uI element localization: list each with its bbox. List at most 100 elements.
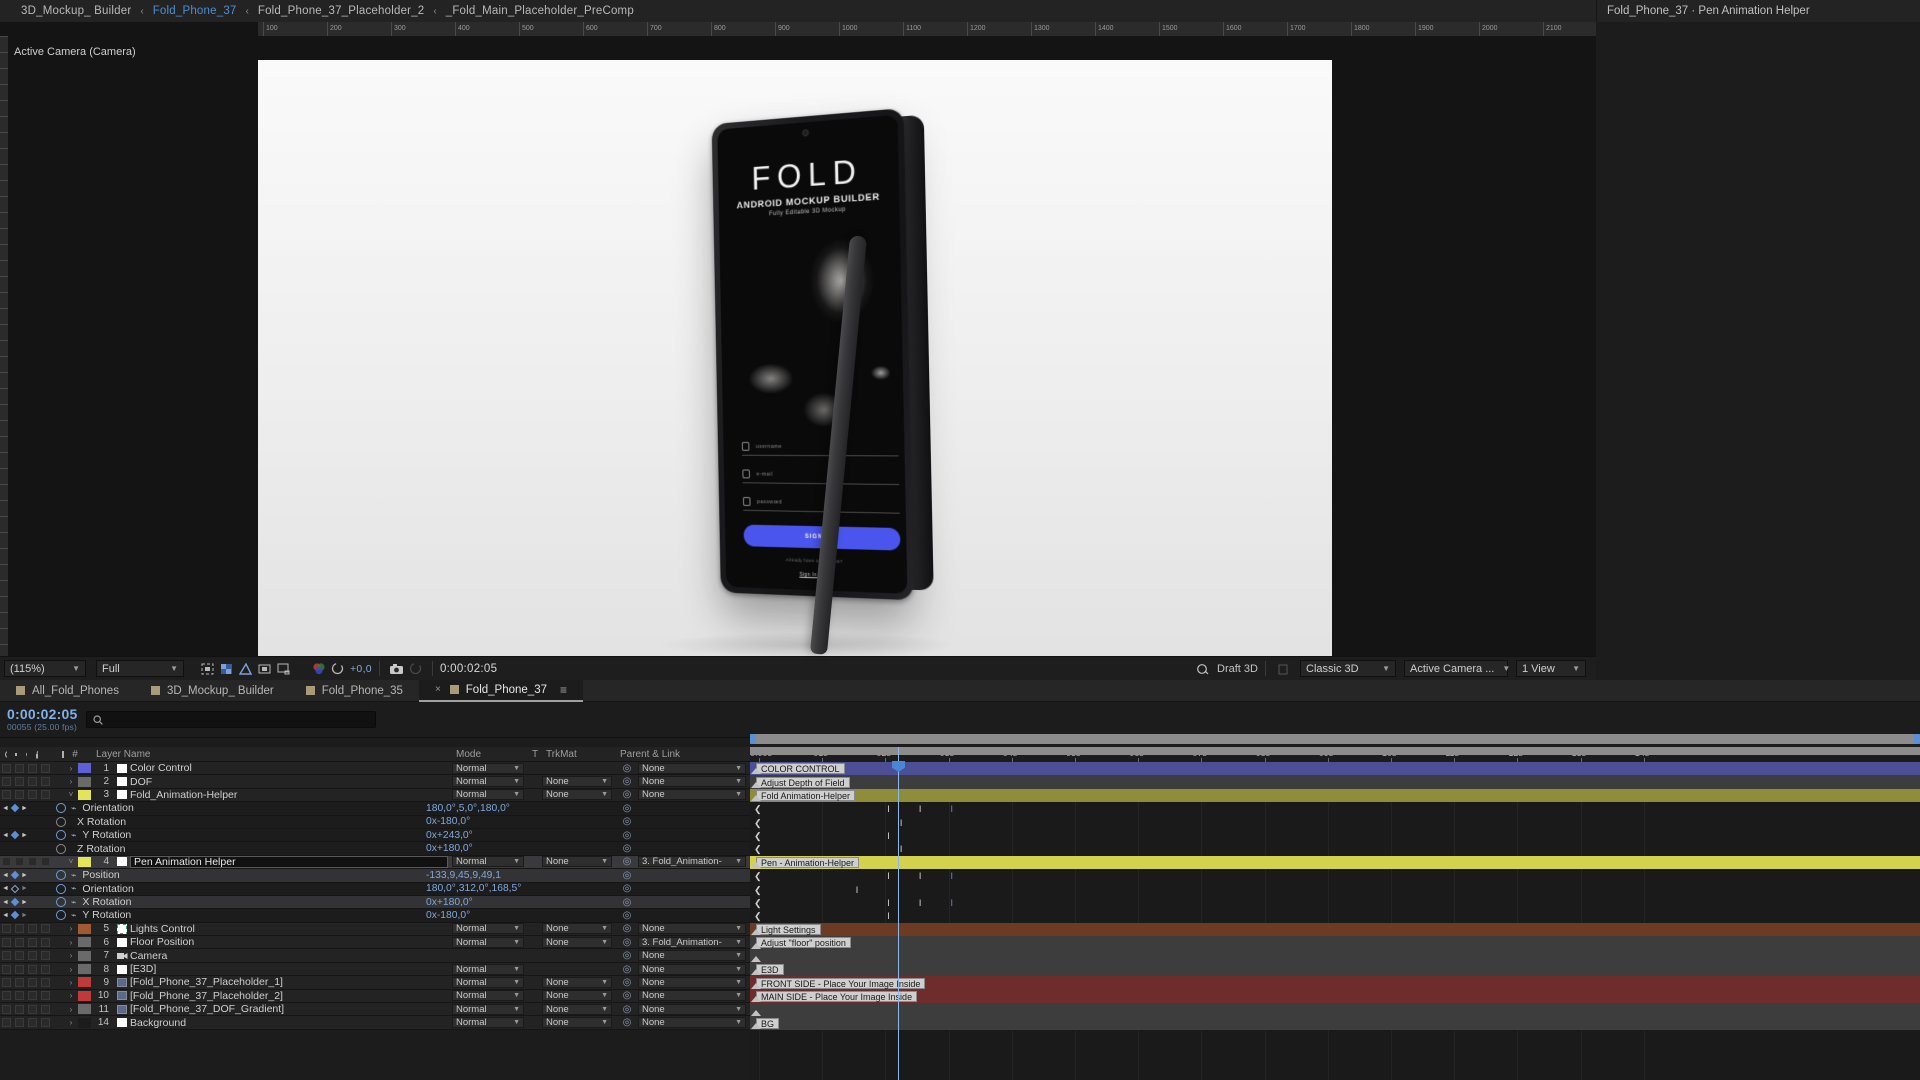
keyframe-track[interactable]: I ❮: [750, 909, 1920, 922]
breadcrumb-item[interactable]: _Fold_Main_Placeholder_PreComp: [439, 5, 641, 17]
video-toggle[interactable]: [2, 777, 11, 787]
parent-select[interactable]: None ▼: [638, 789, 750, 801]
view-layout-select[interactable]: 1 View ▼: [1516, 660, 1586, 677]
keyframe-indicator[interactable]: [10, 897, 20, 907]
property-row[interactable]: X Rotation 0x-180,0° ◎: [0, 815, 750, 829]
property-value[interactable]: 180,0°,312,0°,168,5°: [426, 883, 616, 894]
video-toggle[interactable]: [2, 763, 11, 773]
title-action-safe-icon[interactable]: [255, 660, 274, 677]
audio-toggle[interactable]: [15, 1004, 24, 1014]
solo-toggle[interactable]: [28, 991, 37, 1001]
trkmat-select[interactable]: None ▼: [542, 776, 616, 788]
exposure-reset-icon[interactable]: [328, 660, 347, 677]
layer-switches[interactable]: [0, 951, 64, 961]
solo-toggle[interactable]: [28, 937, 37, 947]
keyframe-marker[interactable]: I: [885, 832, 893, 841]
keyframe-navigator[interactable]: ◄ ►: [0, 804, 34, 813]
layer-name[interactable]: [Fold_Phone_37_Placeholder_1]: [130, 976, 452, 988]
layer-duration-bar[interactable]: [750, 1003, 1920, 1017]
layer-row[interactable]: › 8 [E3D] Normal ▼ ◎ None ▼: [0, 962, 750, 977]
property-pickwhip-icon[interactable]: ◎: [616, 883, 638, 894]
draft-3d-label[interactable]: Draft 3D: [1217, 663, 1258, 675]
layer-name[interactable]: Background: [130, 1017, 452, 1029]
resolution-select[interactable]: Full ▼: [96, 660, 184, 677]
stopwatch-icon[interactable]: [56, 870, 66, 881]
label-color-swatch[interactable]: [78, 789, 91, 800]
timeline-tab[interactable]: All_Fold_Phones: [0, 680, 135, 702]
viewer-canvas[interactable]: FOLD ANDROID MOCKUP BUILDER Fully Editab…: [258, 60, 1332, 668]
keyframe-marker[interactable]: I: [885, 899, 893, 908]
property-name[interactable]: Orientation: [76, 883, 426, 895]
layer-switches[interactable]: [0, 937, 64, 947]
keyframe-marker[interactable]: I: [885, 912, 893, 921]
solo-toggle[interactable]: [28, 857, 37, 867]
solo-toggle[interactable]: [28, 977, 37, 987]
audio-toggle[interactable]: [15, 763, 24, 773]
video-toggle[interactable]: [2, 964, 11, 974]
trkmat-select[interactable]: None ▼: [542, 990, 616, 1002]
blend-mode-select[interactable]: Normal ▼: [452, 1003, 528, 1015]
parent-pickwhip-icon[interactable]: ◎: [616, 856, 638, 867]
audio-toggle[interactable]: [15, 991, 24, 1001]
region-of-interest-icon[interactable]: [198, 660, 217, 677]
layer-duration-bar[interactable]: Adjust "floor" position: [750, 936, 1920, 950]
keyframe-nav-left-icon[interactable]: ❮: [754, 818, 762, 829]
keyframe-indicator[interactable]: [10, 804, 20, 813]
solo-toggle[interactable]: [28, 964, 37, 974]
keyframe-navigator[interactable]: ◄ ►: [0, 884, 34, 893]
extended-viewer-icon[interactable]: [1273, 660, 1292, 677]
blend-mode-select[interactable]: Normal ▼: [452, 776, 528, 788]
keyframe-indicator[interactable]: [10, 884, 20, 893]
parent-select[interactable]: None ▼: [638, 762, 750, 774]
breadcrumb-item[interactable]: Fold_Phone_37_Placeholder_2: [251, 5, 432, 17]
mask-visibility-icon[interactable]: [236, 660, 255, 677]
property-name[interactable]: Y Rotation: [76, 829, 426, 841]
work-area-end-handle[interactable]: [1914, 734, 1920, 744]
label-color-swatch[interactable]: [78, 990, 91, 1001]
viewer-current-time[interactable]: 0:00:02:05: [440, 663, 497, 675]
audio-toggle[interactable]: [15, 951, 24, 961]
layer-duration-bar[interactable]: MAIN SIDE - Place Your Image Inside: [750, 989, 1920, 1004]
expand-arrow-icon[interactable]: ›: [64, 1005, 78, 1014]
trkmat-select[interactable]: None ▼: [542, 923, 616, 935]
keyframe-marker[interactable]: I: [948, 805, 956, 814]
label-color-swatch[interactable]: [78, 776, 91, 787]
layer-row[interactable]: ˅ 4 Pen Animation Helper Normal ▼ None ▼ ◎ 3. Fo…: [0, 855, 750, 870]
prev-keyframe-icon[interactable]: ◄: [2, 872, 9, 879]
label-color-swatch[interactable]: [78, 950, 91, 961]
label-color-swatch[interactable]: [78, 937, 91, 948]
keyframe-marker[interactable]: I: [948, 899, 956, 908]
keyframe-marker[interactable]: I: [916, 872, 924, 881]
video-toggle[interactable]: [2, 991, 11, 1001]
trkmat-select[interactable]: None ▼: [542, 1017, 616, 1029]
parent-select[interactable]: None ▼: [638, 963, 750, 975]
trkmat-select[interactable]: None ▼: [542, 856, 616, 868]
keyframe-navigator[interactable]: ◄ ►: [0, 830, 34, 840]
keyframe-nav-left-icon[interactable]: ❮: [754, 804, 762, 815]
keyframe-navigator[interactable]: ◄ ►: [0, 911, 34, 920]
solo-toggle[interactable]: [28, 790, 37, 800]
time-navigator-track[interactable]: [750, 734, 1920, 744]
parent-pickwhip-icon[interactable]: ◎: [616, 789, 638, 800]
property-name[interactable]: Position: [76, 869, 426, 881]
lock-toggle[interactable]: [41, 991, 50, 1001]
keyframe-marker[interactable]: I: [948, 872, 956, 881]
parent-pickwhip-icon[interactable]: ◎: [616, 964, 638, 975]
parent-select[interactable]: None ▼: [638, 923, 750, 935]
solo-toggle[interactable]: [28, 924, 37, 934]
parent-select[interactable]: None ▼: [638, 776, 750, 788]
property-pickwhip-icon[interactable]: ◎: [616, 803, 638, 814]
property-name[interactable]: Z Rotation: [71, 843, 426, 855]
layer-name[interactable]: Pen Animation Helper: [130, 855, 448, 868]
layer-name[interactable]: [Fold_Phone_37_Placeholder_2]: [130, 990, 452, 1002]
keyframe-nav-left-icon[interactable]: ❮: [754, 911, 762, 922]
keyframe-marker[interactable]: I: [853, 885, 861, 894]
parent-pickwhip-icon[interactable]: ◎: [616, 763, 638, 774]
stopwatch-icon[interactable]: [56, 830, 66, 841]
solo-toggle[interactable]: [28, 1018, 37, 1028]
property-value[interactable]: 0x+243,0°: [426, 830, 616, 841]
layer-name[interactable]: Lights Control: [130, 923, 452, 935]
prev-keyframe-icon[interactable]: ◄: [2, 805, 9, 812]
parent-select[interactable]: None ▼: [638, 976, 750, 988]
layer-duration-bar[interactable]: Fold Animation-Helper: [750, 788, 1920, 803]
